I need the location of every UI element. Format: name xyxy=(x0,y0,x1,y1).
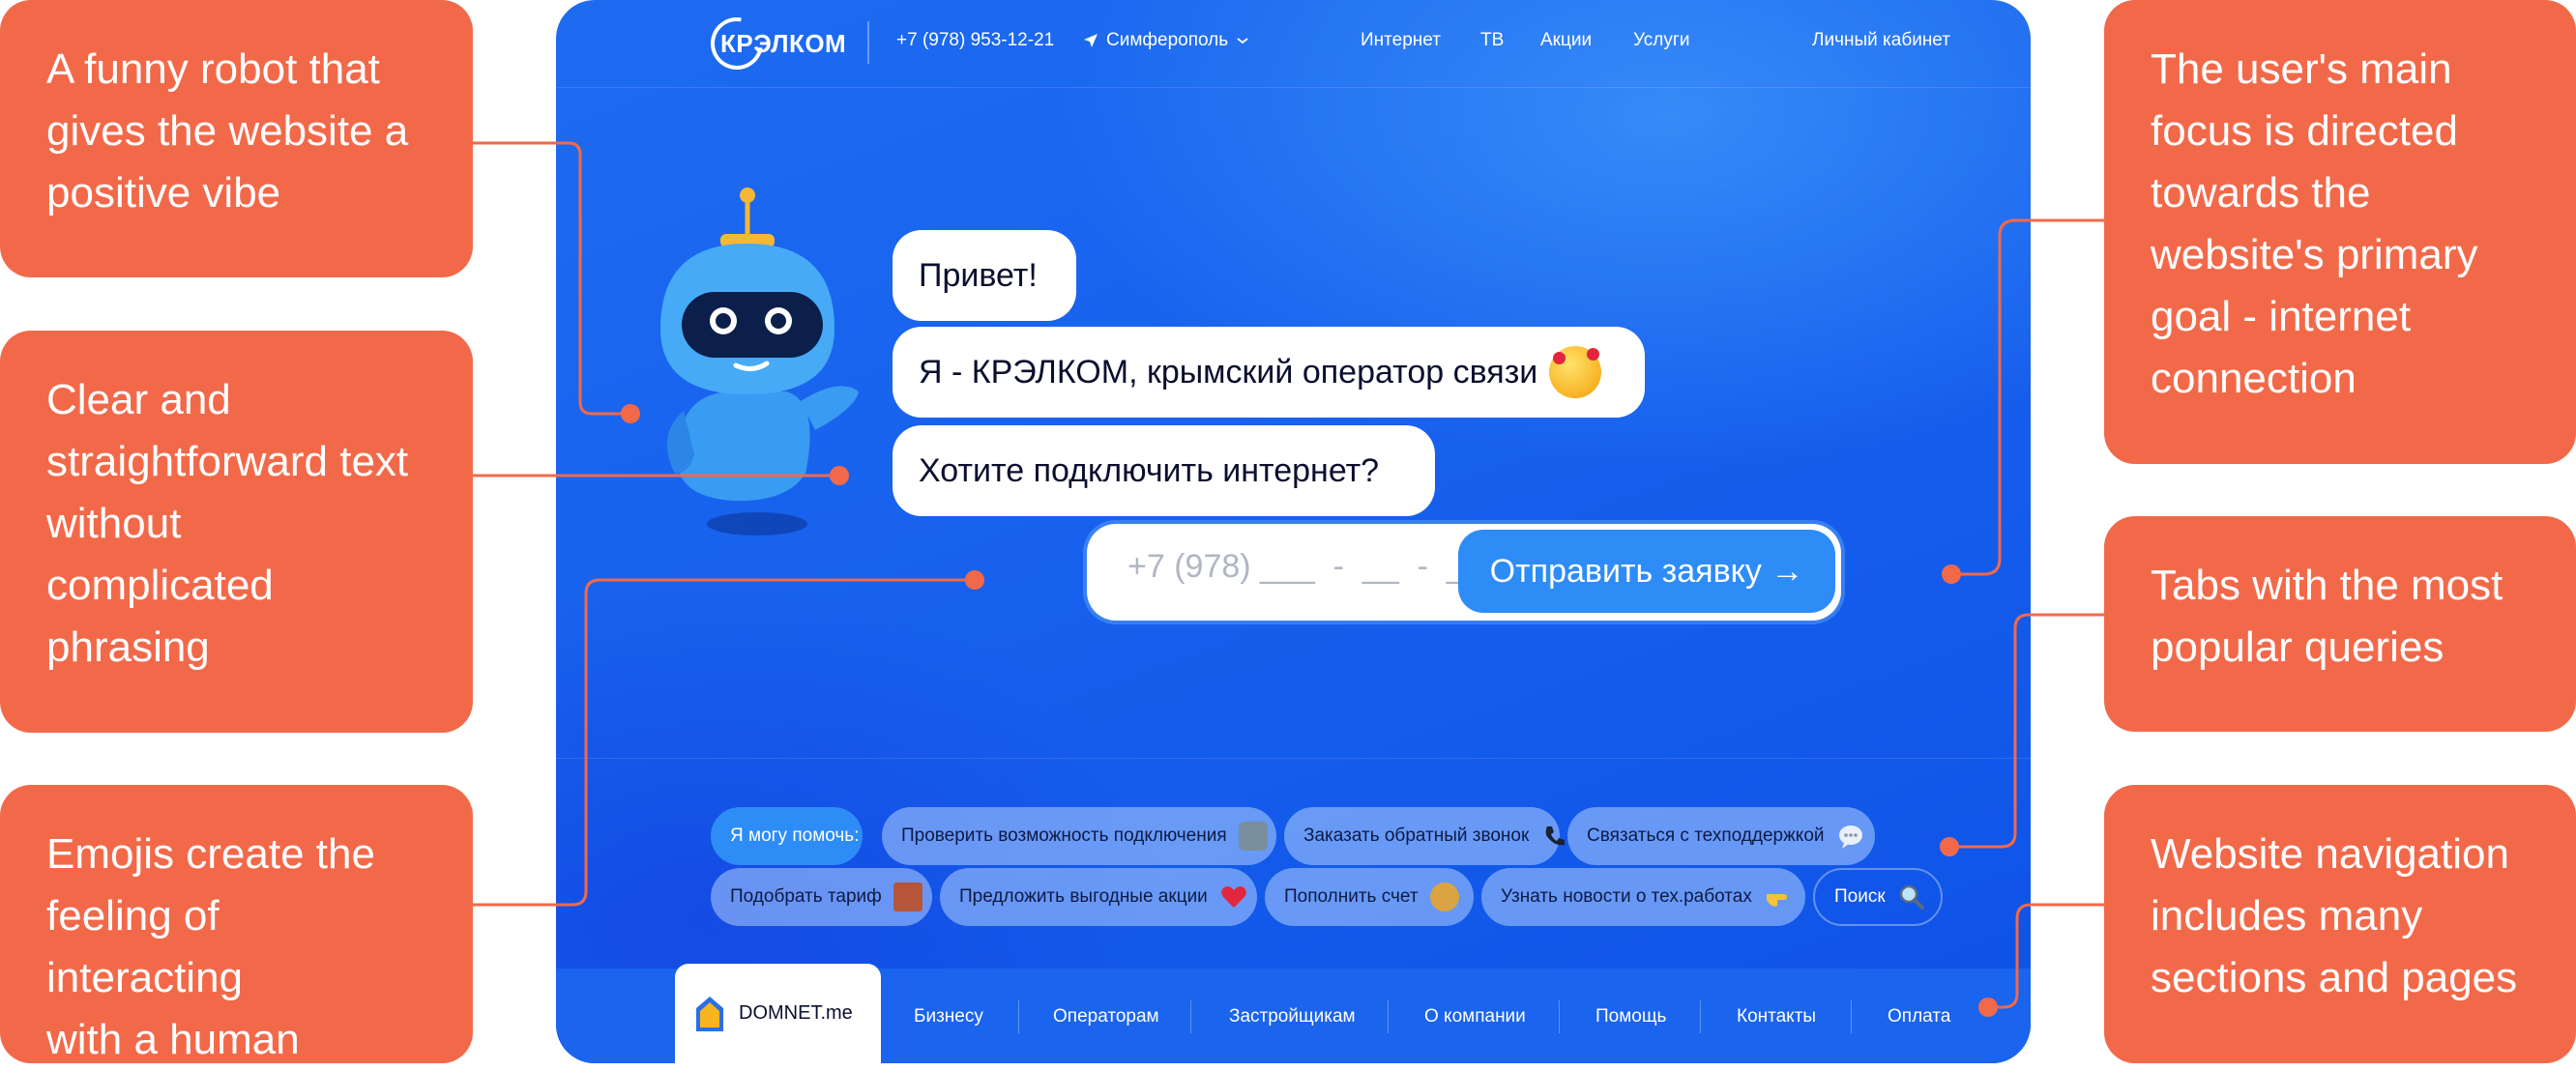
annotation-line: Website navigation xyxy=(2151,830,2509,878)
annotation-line: popular queries xyxy=(2151,623,2444,671)
annotation-line: positive vibe xyxy=(46,169,281,217)
magnifier-icon xyxy=(1899,884,1924,910)
annotation-line: towards the xyxy=(2151,169,2371,217)
footer-nav-payment[interactable]: Оплата xyxy=(1888,1003,1950,1030)
chevron-down-icon xyxy=(1237,38,1248,44)
annotation-navigation: Website navigation includes many section… xyxy=(2104,785,2576,1063)
chat-intro-text: Я - КРЭЛКОМ, крымский оператор связи xyxy=(919,354,1538,391)
submit-request-button[interactable]: Отправить заявку → xyxy=(1458,530,1835,613)
domnet-partner-link[interactable]: DOMNET.me xyxy=(675,964,881,1063)
annotation-line: website's primary xyxy=(2151,231,2478,278)
chip-label: Проверить возможность подключения xyxy=(901,825,1227,846)
chip-maintenance-news[interactable]: Узнать новости о тех.работах xyxy=(1481,868,1805,926)
footer-nav-operators[interactable]: Операторам xyxy=(1053,1003,1159,1030)
chip-tech-support[interactable]: Связаться с техподдержкой xyxy=(1567,807,1875,865)
footer-nav-separator xyxy=(1700,1000,1701,1033)
search-label: Поиск xyxy=(1834,886,1886,907)
chip-label: Связаться с техподдержкой xyxy=(1587,825,1825,846)
annotation-line: feeling of interacting xyxy=(46,892,244,1001)
footer-nav-separator xyxy=(1018,1000,1019,1033)
smiling-face-with-hearts-icon xyxy=(1549,346,1602,398)
nav-tv[interactable]: ТВ xyxy=(1480,27,1504,54)
annotation-text: Clear and straightforward text without c… xyxy=(0,331,473,733)
chip-callback[interactable]: Заказать обратный звонок xyxy=(1284,807,1566,865)
personal-account-link[interactable]: Личный кабинет xyxy=(1812,27,1950,54)
chip-label: Пополнить счет xyxy=(1284,886,1419,907)
annotation-emojis: Emojis create the feeling of interacting… xyxy=(0,785,473,1063)
footer-nav-separator xyxy=(1851,1000,1852,1033)
house-logo-icon xyxy=(696,996,723,1031)
location-arrow-icon xyxy=(1084,34,1098,47)
help-lead-label: Я могу помочь: xyxy=(711,807,863,865)
city-selector[interactable]: Симферополь xyxy=(1083,27,1249,54)
annotation-line: Tabs with the most xyxy=(2151,562,2503,609)
annotation-line: Emojis create the xyxy=(46,830,375,878)
annotation-line: phrasing xyxy=(46,623,210,671)
brick-icon xyxy=(893,883,922,912)
footer-nav-about[interactable]: О компании xyxy=(1424,1003,1526,1030)
annotation-line: without xyxy=(46,500,182,547)
city-label: Симферополь xyxy=(1106,30,1229,50)
chat-bubble-intro: Я - КРЭЛКОМ, крымский оператор связи xyxy=(893,327,1645,418)
annotation-line: goal - internet xyxy=(2151,293,2412,340)
annotation-line: The user's main xyxy=(2151,45,2452,93)
phone-icon xyxy=(1545,826,1566,846)
house-icon xyxy=(1238,822,1268,851)
footer-nav-contacts[interactable]: Контакты xyxy=(1737,1003,1816,1030)
annotation-line: A funny robot that xyxy=(46,45,380,93)
chip-label: Узнать новости о тех.работах xyxy=(1501,886,1752,907)
phone-request-form: Отправить заявку → xyxy=(1087,524,1841,621)
nav-services[interactable]: Услуги xyxy=(1633,27,1689,54)
header-divider-vertical xyxy=(867,21,869,64)
money-bag-icon xyxy=(1429,883,1459,912)
annotation-line: Clear and xyxy=(46,376,231,423)
chip-label: Предложить выгодные акции xyxy=(959,886,1208,907)
annotation-line: connection xyxy=(2151,355,2356,402)
annotation-focus: The user's main focus is directed toward… xyxy=(2104,0,2576,464)
footer-nav-separator xyxy=(1190,1000,1191,1033)
logo-ring-icon xyxy=(700,7,774,80)
annotation-line: sections and pages xyxy=(2151,954,2518,1001)
annotation-line: gives the website a xyxy=(46,107,409,155)
site-logo[interactable]: КРЭЛКОМ xyxy=(700,7,846,80)
chip-check-connection[interactable]: Проверить возможность подключения xyxy=(882,807,1276,865)
heart-icon xyxy=(1221,886,1246,908)
chip-label: Подобрать тариф xyxy=(730,886,882,907)
annotation-robot: A funny robot that gives the website a p… xyxy=(0,0,473,277)
chip-choose-tariff[interactable]: Подобрать тариф xyxy=(711,868,932,926)
domnet-label: DOMNET.me xyxy=(739,1002,853,1024)
footer-nav-business[interactable]: Бизнесу xyxy=(914,1003,983,1030)
annotation-line: includes many xyxy=(2151,892,2423,940)
annotation-line: with a human xyxy=(46,1016,300,1063)
header-divider xyxy=(556,87,2031,88)
annotation-line: straightforward text xyxy=(46,438,409,485)
speech-bubble-icon xyxy=(1838,825,1862,849)
pointing-hand-icon xyxy=(1766,894,1787,907)
footer-nav-separator xyxy=(1388,1000,1389,1033)
chip-label: Заказать обратный звонок xyxy=(1303,825,1530,846)
section-divider xyxy=(556,758,2031,759)
chat-bubble-greeting: Привет! xyxy=(893,230,1076,321)
chat-bubble-question: Хотите подключить интернет? xyxy=(893,425,1435,516)
nav-promotions[interactable]: Акции xyxy=(1540,27,1592,54)
annotation-line: focus is directed xyxy=(2151,107,2458,155)
header-phone[interactable]: +7 (978) 953-12-21 xyxy=(896,27,1054,54)
footer-nav-help[interactable]: Помощь xyxy=(1595,1003,1666,1030)
footer-nav-separator xyxy=(1559,1000,1560,1033)
nav-internet[interactable]: Интернет xyxy=(1361,27,1441,54)
annotation-tabs: Tabs with the most popular queries xyxy=(2104,516,2576,732)
robot-mascot-icon xyxy=(660,188,859,536)
search-button[interactable]: Поиск xyxy=(1813,868,1943,926)
footer-nav-developers[interactable]: Застройщикам xyxy=(1229,1003,1356,1030)
annotation-line: complicated xyxy=(46,562,274,609)
chip-top-up[interactable]: Пополнить счет xyxy=(1265,868,1474,926)
website-mockup: КРЭЛКОМ +7 (978) 953-12-21 Симферополь И… xyxy=(556,0,2031,1063)
chip-promotions[interactable]: Предложить выгодные акции xyxy=(940,868,1257,926)
